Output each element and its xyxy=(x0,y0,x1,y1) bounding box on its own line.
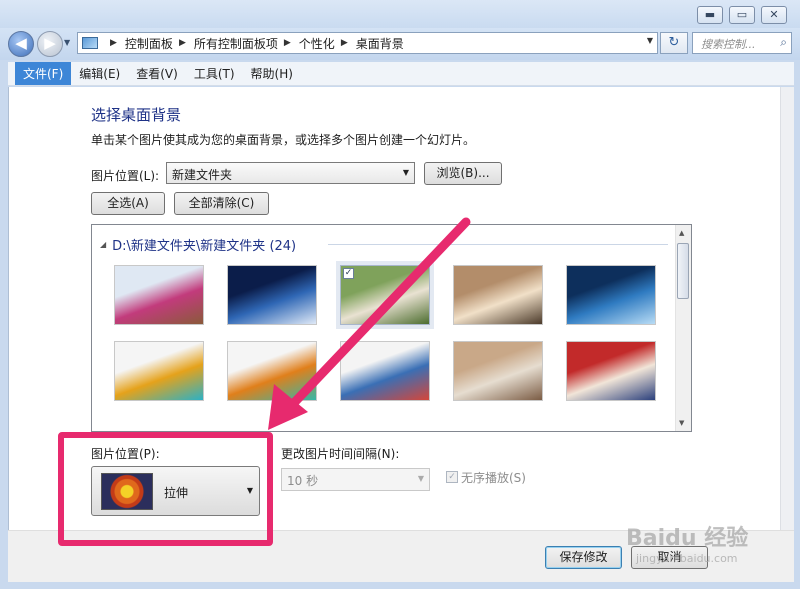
search-icon[interactable]: ⌕ xyxy=(780,35,787,50)
interval-label: 更改图片时间间隔(N): xyxy=(281,447,400,461)
picture-location-select[interactable]: 新建文件夹 ▼ xyxy=(166,162,415,184)
baidu-watermark: Baidu 经验 xyxy=(626,526,749,551)
interval-select[interactable]: 10 秒 ▼ xyxy=(281,468,430,491)
recent-pages-chevron-icon[interactable]: ▼ xyxy=(64,38,70,47)
menu-bar: 文件(F) 编辑(E) 查看(V) 工具(T) 帮助(H) xyxy=(8,62,794,86)
chevron-down-icon: ▼ xyxy=(246,486,253,495)
menu-tools[interactable]: 工具(T) xyxy=(186,62,243,85)
breadcrumb-desktop-background[interactable]: 桌面背景 xyxy=(356,35,404,52)
chevron-right-icon[interactable]: ▶ xyxy=(110,38,117,48)
back-button[interactable]: ◀ xyxy=(8,31,34,57)
breadcrumb-personalization[interactable]: 个性化 xyxy=(299,35,335,52)
control-panel-icon xyxy=(82,37,98,49)
wallpaper-thumbnail-lab-flasks-blue[interactable] xyxy=(566,265,656,325)
save-changes-button[interactable]: 保存修改 xyxy=(545,546,622,569)
picture-location-label: 图片位置(L): xyxy=(91,169,160,183)
gallery-group-title: D:\新建文件夹\新建文件夹 (24) xyxy=(112,239,297,254)
chevron-right-icon[interactable]: ▶ xyxy=(341,38,348,48)
gallery-scroll-thumb[interactable] xyxy=(677,243,689,299)
chevron-right-icon[interactable]: ▶ xyxy=(284,38,291,48)
scroll-down-icon[interactable]: ▼ xyxy=(679,419,684,427)
shuffle-checkbox[interactable]: ✓ xyxy=(446,471,458,483)
wallpaper-thumbnail-student-writing[interactable] xyxy=(114,265,204,325)
title-bar: ▬ ▭ ✕ xyxy=(0,0,800,30)
forward-button[interactable]: ▶ xyxy=(37,31,63,57)
scroll-up-icon[interactable]: ▲ xyxy=(679,229,684,237)
chevron-down-icon: ▼ xyxy=(417,474,424,483)
wallpaper-thumbnail-colored-flasks[interactable] xyxy=(114,341,204,401)
maximize-button[interactable]: ▭ xyxy=(729,6,755,24)
chevron-down-icon: ▼ xyxy=(402,168,409,177)
picture-location-value: 新建文件夹 xyxy=(172,168,233,182)
address-dropdown-icon[interactable]: ▼ xyxy=(647,36,653,45)
thumbnail-checkbox[interactable]: ✓ xyxy=(343,268,354,279)
page-title: 选择桌面背景 xyxy=(91,106,182,124)
refresh-button[interactable]: ↻ xyxy=(660,32,688,54)
interval-value: 10 秒 xyxy=(287,474,319,488)
clear-all-button[interactable]: 全部清除(C) xyxy=(174,192,269,215)
breadcrumb-control-panel[interactable]: 控制面板 xyxy=(125,35,173,52)
select-all-button[interactable]: 全选(A) xyxy=(91,192,165,215)
position-preview-image xyxy=(101,473,153,510)
wallpaper-thumbnail-students-outdoors[interactable]: ✓ xyxy=(336,261,434,329)
baidu-watermark-url: jingyan.baidu.com xyxy=(636,552,738,565)
wallpaper-thumbnail-sunrise-stars[interactable] xyxy=(227,265,317,325)
chevron-right-icon[interactable]: ▶ xyxy=(179,38,186,48)
breadcrumb-all-items[interactable]: 所有控制面板项 xyxy=(194,35,278,52)
menu-view[interactable]: 查看(V) xyxy=(128,62,186,85)
close-button[interactable]: ✕ xyxy=(761,6,787,24)
minimize-button[interactable]: ▬ xyxy=(697,6,723,24)
collapse-triangle-icon[interactable]: ◢ xyxy=(100,240,106,249)
picture-position-select[interactable]: 拉伸 ▼ xyxy=(91,466,260,516)
menu-help[interactable]: 帮助(H) xyxy=(243,62,301,85)
wallpaper-thumbnail-lecture-hall[interactable] xyxy=(453,341,543,401)
search-input[interactable]: 搜索控制... ⌕ xyxy=(692,32,792,54)
page-description: 单击某个图片使其成为您的桌面背景，或选择多个图片创建一个幻灯片。 xyxy=(91,133,476,147)
group-divider xyxy=(328,244,668,245)
wallpaper-thumbnail-students-group[interactable] xyxy=(340,341,430,401)
wallpaper-thumbnail-flag-students[interactable] xyxy=(566,341,656,401)
gallery-group-header[interactable]: ◢ D:\新建文件夹\新建文件夹 (24) xyxy=(100,235,296,254)
picture-position-value: 拉伸 xyxy=(164,486,189,500)
menu-file[interactable]: 文件(F) xyxy=(15,62,72,85)
picture-position-label: 图片位置(P): xyxy=(91,447,160,461)
wallpaper-thumbnail-colored-flasks-2[interactable] xyxy=(227,341,317,401)
wallpaper-thumbnail-students-classroom[interactable] xyxy=(453,265,543,325)
picture-gallery[interactable]: ◢ D:\新建文件夹\新建文件夹 (24) ✓ ▲ ▼ xyxy=(91,224,692,432)
page-scrollbar[interactable] xyxy=(780,87,794,530)
menu-edit[interactable]: 编辑(E) xyxy=(71,62,128,85)
browse-button[interactable]: 浏览(B)... xyxy=(424,162,502,185)
search-placeholder: 搜索控制... xyxy=(701,38,756,51)
address-bar[interactable]: ▶ 控制面板 ▶ 所有控制面板项 ▶ 个性化 ▶ 桌面背景 ▼ xyxy=(77,32,658,54)
shuffle-label: 无序播放(S) xyxy=(461,471,526,485)
